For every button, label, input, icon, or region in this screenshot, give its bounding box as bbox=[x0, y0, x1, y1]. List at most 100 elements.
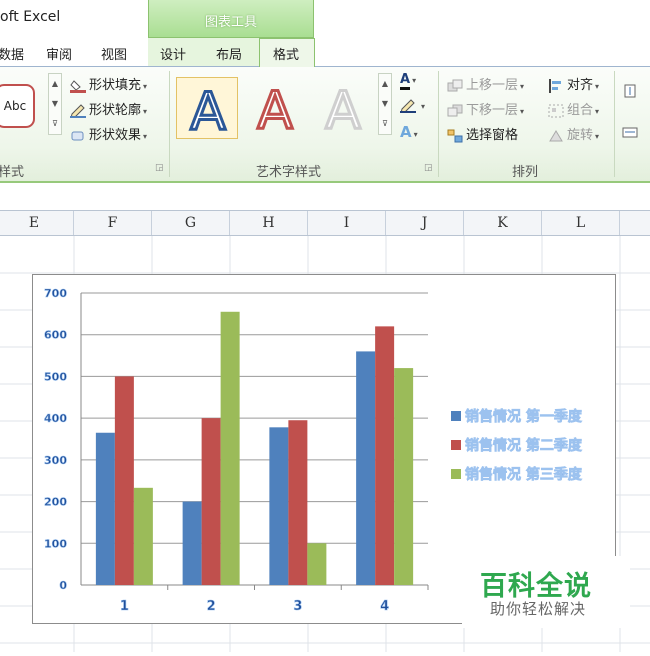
wordart-sample-red: A bbox=[256, 80, 295, 143]
chevron-down-icon: ▾ bbox=[595, 132, 600, 141]
text-fill-button[interactable]: A ▾ bbox=[400, 72, 416, 90]
height-icon[interactable] bbox=[622, 83, 641, 98]
chevron-down-icon: ▾ bbox=[421, 102, 426, 111]
column-header-j[interactable]: J bbox=[386, 211, 464, 235]
wordart-style-red[interactable]: A bbox=[244, 77, 306, 143]
wordart-scroll[interactable]: ▲ ▼ ⊽ bbox=[378, 73, 392, 135]
bar bbox=[133, 487, 153, 585]
svg-text:A: A bbox=[257, 81, 293, 139]
shape-effects-button[interactable]: 形状效果 ▾ bbox=[70, 124, 147, 143]
selection-pane-icon bbox=[447, 129, 463, 142]
text-effects-button[interactable]: A ▾ bbox=[400, 123, 418, 141]
bring-forward-button[interactable]: 上移一层 ▾ bbox=[447, 74, 524, 93]
legend-swatch bbox=[451, 411, 461, 421]
text-fill-icon: A bbox=[400, 72, 411, 90]
selection-pane-button[interactable]: 选择窗格 bbox=[447, 124, 518, 143]
rotate-button[interactable]: 旋转 ▾ bbox=[548, 124, 599, 143]
ribbon-tabs bbox=[0, 38, 650, 67]
svg-text:A: A bbox=[325, 81, 361, 139]
group-button[interactable]: 组合 ▾ bbox=[548, 99, 599, 118]
rotate-icon bbox=[549, 129, 563, 141]
wordart-style-gray[interactable]: A bbox=[312, 77, 374, 143]
chevron-down-icon: ▾ bbox=[595, 107, 600, 116]
tab-data[interactable]: 数据 bbox=[0, 44, 24, 63]
group-divider bbox=[438, 71, 439, 177]
title-bar: oft Excel 图表工具 bbox=[0, 0, 650, 38]
ribbon: Abc ▲ ▼ ⊽ 形状填充▾ 形状轮廓▾ 形状效果▾ 样式 ◲ A A bbox=[0, 67, 650, 183]
column-header-l[interactable]: L bbox=[542, 211, 620, 235]
svg-text:A: A bbox=[190, 82, 226, 140]
bar bbox=[201, 418, 221, 585]
send-backward-button[interactable]: 下移一层 ▾ bbox=[447, 99, 524, 118]
bar bbox=[220, 311, 240, 585]
scroll-up-icon[interactable]: ▲ bbox=[49, 74, 61, 94]
column-header-k[interactable]: K bbox=[464, 211, 542, 235]
y-tick-label: 600 bbox=[44, 329, 67, 342]
chevron-down-icon: ▾ bbox=[413, 130, 418, 139]
bar bbox=[375, 326, 395, 585]
y-tick-label: 400 bbox=[44, 412, 67, 425]
group-label: 组合 bbox=[567, 103, 594, 118]
pencil-icon bbox=[70, 103, 86, 118]
bar bbox=[288, 420, 308, 585]
width-icon[interactable] bbox=[622, 124, 641, 139]
y-tick-label: 0 bbox=[59, 579, 67, 592]
scroll-down-icon[interactable]: ▼ bbox=[379, 94, 391, 114]
bar bbox=[307, 543, 327, 585]
chevron-down-icon: ▾ bbox=[143, 107, 148, 116]
watermark: 百科全说 助你轻松解决 bbox=[462, 556, 630, 628]
shape-effects-icon bbox=[71, 131, 84, 140]
more-icon[interactable]: ⊽ bbox=[379, 114, 391, 134]
scroll-up-icon[interactable]: ▲ bbox=[379, 74, 391, 94]
scroll-down-icon[interactable]: ▼ bbox=[49, 94, 61, 114]
paint-bucket-icon bbox=[70, 79, 86, 93]
text-effects-icon: A bbox=[400, 123, 412, 141]
column-header-e[interactable]: E bbox=[0, 211, 74, 235]
tab-view[interactable]: 视图 bbox=[101, 44, 127, 63]
chevron-down-icon: ▾ bbox=[520, 82, 525, 91]
more-icon[interactable]: ⊽ bbox=[49, 114, 61, 134]
chevron-down-icon: ▾ bbox=[520, 107, 525, 116]
tab-review[interactable]: 审阅 bbox=[46, 44, 72, 63]
bring-forward-label: 上移一层 bbox=[466, 78, 519, 93]
formula-area bbox=[0, 183, 650, 210]
x-tick-label: 1 bbox=[120, 599, 129, 614]
column-header-h[interactable]: H bbox=[230, 211, 308, 235]
bar bbox=[95, 432, 115, 585]
column-header-i[interactable]: I bbox=[308, 211, 386, 235]
shape-effects-label: 形状效果 bbox=[89, 128, 142, 143]
tab-design[interactable]: 设计 bbox=[160, 44, 186, 63]
chevron-down-icon: ▾ bbox=[143, 132, 148, 141]
wordart-gallery: A A A bbox=[176, 73, 376, 144]
legend-label: 销售情况 第二季度 bbox=[465, 437, 583, 454]
shape-outline-button[interactable]: 形状轮廓 ▾ bbox=[70, 99, 147, 118]
y-tick-label: 700 bbox=[44, 287, 67, 300]
column-header-f[interactable]: F bbox=[74, 211, 152, 235]
tab-layout[interactable]: 布局 bbox=[216, 44, 242, 63]
chevron-down-icon: ▾ bbox=[143, 82, 148, 91]
align-button[interactable]: 对齐 ▾ bbox=[548, 74, 599, 93]
bar bbox=[356, 351, 376, 585]
bring-forward-icon bbox=[447, 79, 463, 91]
watermark-subtitle: 助你轻松解决 bbox=[490, 600, 587, 618]
shape-fill-label: 形状填充 bbox=[89, 78, 142, 93]
shape-fill-button[interactable]: 形状填充 ▾ bbox=[70, 74, 147, 93]
shape-outline-label: 形状轮廓 bbox=[89, 103, 142, 118]
shape-styles-scroll[interactable]: ▲ ▼ ⊽ bbox=[48, 73, 62, 135]
shape-styles-group-label: 样式 bbox=[0, 165, 25, 180]
shape-style-preview[interactable]: Abc bbox=[0, 84, 35, 128]
wordart-style-blue[interactable]: A bbox=[176, 77, 238, 144]
tab-format[interactable]: 格式 bbox=[273, 44, 299, 63]
legend-label: 销售情况 第三季度 bbox=[465, 466, 583, 483]
chart-tools-label: 图表工具 bbox=[204, 15, 257, 30]
wordart-sample-blue: A bbox=[189, 81, 228, 144]
column-header-g[interactable]: G bbox=[152, 211, 230, 235]
legend-swatch bbox=[451, 469, 461, 479]
send-backward-label: 下移一层 bbox=[466, 103, 519, 118]
text-outline-button[interactable]: ▾ bbox=[400, 98, 425, 113]
text-outline-icon bbox=[400, 98, 416, 113]
shape-style-preview-text: Abc bbox=[3, 99, 27, 113]
dialog-launcher-icon[interactable]: ◲ bbox=[155, 163, 164, 173]
dialog-launcher-icon[interactable]: ◲ bbox=[424, 163, 433, 173]
rotate-label: 旋转 bbox=[567, 128, 594, 143]
